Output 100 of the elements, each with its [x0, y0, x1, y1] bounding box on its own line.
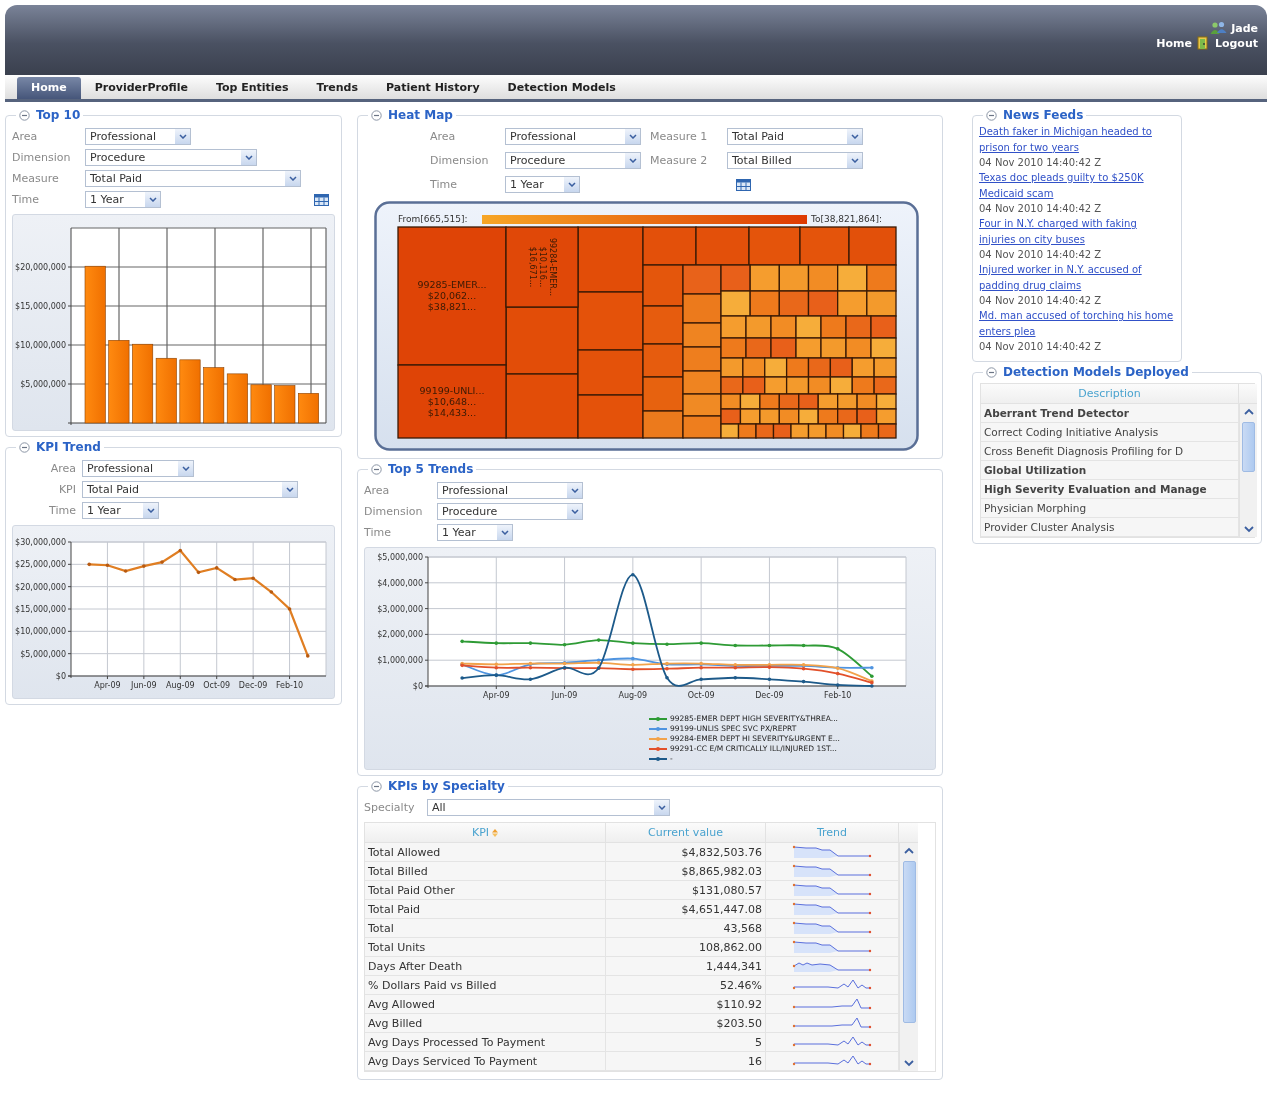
scroll-thumb[interactable] [1242, 422, 1255, 472]
scrollbar[interactable] [899, 843, 918, 1071]
news-time: 04 Nov 2010 14:40:42 Z [979, 248, 1103, 262]
dropdown[interactable]: Total Paid [82, 481, 298, 498]
dropdown[interactable]: Professional [82, 460, 194, 477]
nav-tab[interactable]: Trends [302, 77, 373, 99]
heatmap-tile [837, 264, 868, 292]
table-cell: $110.92 [606, 995, 766, 1014]
table-cell: $8,865,982.03 [606, 862, 766, 881]
heatmap-tile [742, 376, 766, 395]
chevron-down-icon [285, 487, 294, 492]
dropdown[interactable]: All [427, 799, 670, 816]
news-link[interactable]: Injured worker in N.Y. accused of padding drug claims [979, 262, 1174, 293]
dropdown[interactable]: Professional [85, 128, 191, 145]
heatmap-tile [790, 423, 810, 439]
heatmap-tile [642, 226, 697, 266]
table-cell: 16 [606, 1052, 766, 1071]
dropdown[interactable]: Professional [437, 482, 583, 499]
collapse-icon[interactable] [986, 366, 997, 378]
bar [155, 357, 177, 424]
dropdown[interactable]: Procedure [505, 152, 641, 169]
chevron-down-icon [628, 134, 637, 139]
news-link[interactable]: Death faker in Michigan headed to prison for two years [979, 124, 1174, 155]
panel-title: News Feeds [1003, 108, 1084, 122]
axis-label: $15,000,000 [15, 302, 66, 311]
heatmap-tile [720, 357, 744, 378]
axis-label: $20,000,000 [15, 582, 66, 592]
collapse-icon[interactable] [19, 441, 30, 453]
heatmap-tile [764, 357, 788, 378]
dropdown[interactable]: 1 Year [85, 191, 161, 208]
dropdown[interactable]: Procedure [437, 503, 583, 520]
home-link[interactable]: Home [1156, 36, 1192, 50]
heatmap-tile [642, 264, 684, 307]
nav-tab[interactable]: Top Entities [201, 77, 303, 99]
dropdown[interactable]: Total Paid [727, 128, 863, 145]
heatmap-tile [807, 357, 832, 378]
collapse-icon[interactable] [371, 109, 382, 121]
list-item[interactable]: Provider Cluster Analysis [981, 518, 1239, 537]
news-time: 04 Nov 2010 14:40:42 Z [979, 340, 1103, 354]
list-item[interactable]: Correct Coding Initiative Analysis [981, 423, 1239, 442]
list-item[interactable]: High Severity Evaluation and Manage [981, 480, 1239, 499]
chevron-down-icon [570, 488, 579, 493]
collapse-icon[interactable] [371, 463, 382, 475]
scrollbar[interactable] [1239, 404, 1257, 537]
axis-label: $4,000,000 [377, 578, 423, 588]
nav-tab[interactable]: Detection Models [493, 77, 630, 99]
axis-label: Feb-10 [824, 691, 852, 700]
logout-link[interactable]: Logout [1214, 36, 1258, 50]
axis-label: Apr-09 [483, 691, 510, 700]
collapse-icon[interactable] [371, 780, 382, 792]
chevron-down-icon [500, 530, 509, 535]
table-cell: Total Allowed [365, 843, 606, 862]
collapse-icon[interactable] [19, 109, 30, 121]
field-label: Measure [12, 172, 60, 185]
field-label: Measure 1 [650, 130, 709, 143]
heatmap-tile [720, 315, 747, 339]
dropdown[interactable]: Procedure [85, 149, 257, 166]
dropdown[interactable]: Total Billed [727, 152, 863, 169]
table-icon[interactable] [314, 193, 329, 206]
table-icon[interactable] [736, 178, 751, 191]
heatmap-tile [837, 290, 868, 317]
nav-tab[interactable]: ProviderProfile [80, 77, 202, 99]
heatmap-tile [642, 376, 684, 412]
field-label: Specialty [364, 801, 416, 814]
dropdown[interactable]: 1 Year [505, 176, 580, 193]
axis-label: Oct-09 [687, 691, 715, 700]
table-cell: % Dollars Paid vs Billed [365, 976, 606, 995]
news-link[interactable]: Md. man accused of torching his home enters plea [979, 308, 1174, 339]
scroll-down-button[interactable] [902, 1057, 916, 1069]
table-cell: 5 [606, 1033, 766, 1052]
nav-tab[interactable]: Home [17, 77, 81, 99]
collapse-icon[interactable] [986, 109, 997, 121]
scroll-thumb[interactable] [902, 861, 916, 1023]
table-cell: Total Paid Other [365, 881, 606, 900]
list-item[interactable]: Cross Benefit Diagnosis Profiling for D [981, 442, 1239, 461]
heatmap-tile [642, 410, 684, 439]
scale-label: To[38,821,864]: [811, 214, 883, 224]
heatmap-tile [820, 337, 847, 359]
nav-tab[interactable]: Patient History [372, 77, 494, 99]
dropdown[interactable]: 1 Year [82, 502, 159, 519]
panel-title: KPIs by Specialty [388, 779, 505, 793]
chevron-down-icon [244, 155, 253, 160]
heatmap-tile [860, 423, 880, 439]
field-label: Area [364, 484, 391, 497]
dropdown[interactable]: Total Paid [85, 170, 301, 187]
axis-label: $10,000,000 [15, 341, 66, 350]
field-label: Dimension [12, 151, 72, 164]
axis-label: $2,000,000 [377, 630, 423, 640]
list-item[interactable]: Global Utilization [981, 461, 1239, 480]
list-item[interactable]: Aberrant Trend Detector [981, 404, 1239, 423]
field-label: Dimension [364, 505, 424, 518]
heatmap-tile [825, 423, 845, 439]
dropdown[interactable]: 1 Year [437, 524, 513, 541]
tile-label: $10,648... [427, 395, 477, 407]
scroll-down-button[interactable] [1241, 523, 1256, 535]
news-link[interactable]: Four in N.Y. charged with faking injuries on city buses [979, 216, 1174, 247]
list-item[interactable]: Physician Morphing [981, 499, 1239, 518]
heatmap-tile [807, 290, 839, 317]
dropdown[interactable]: Professional [505, 128, 641, 145]
news-link[interactable]: Texas doc pleads guilty to $250K Medicaid scam [979, 170, 1174, 201]
